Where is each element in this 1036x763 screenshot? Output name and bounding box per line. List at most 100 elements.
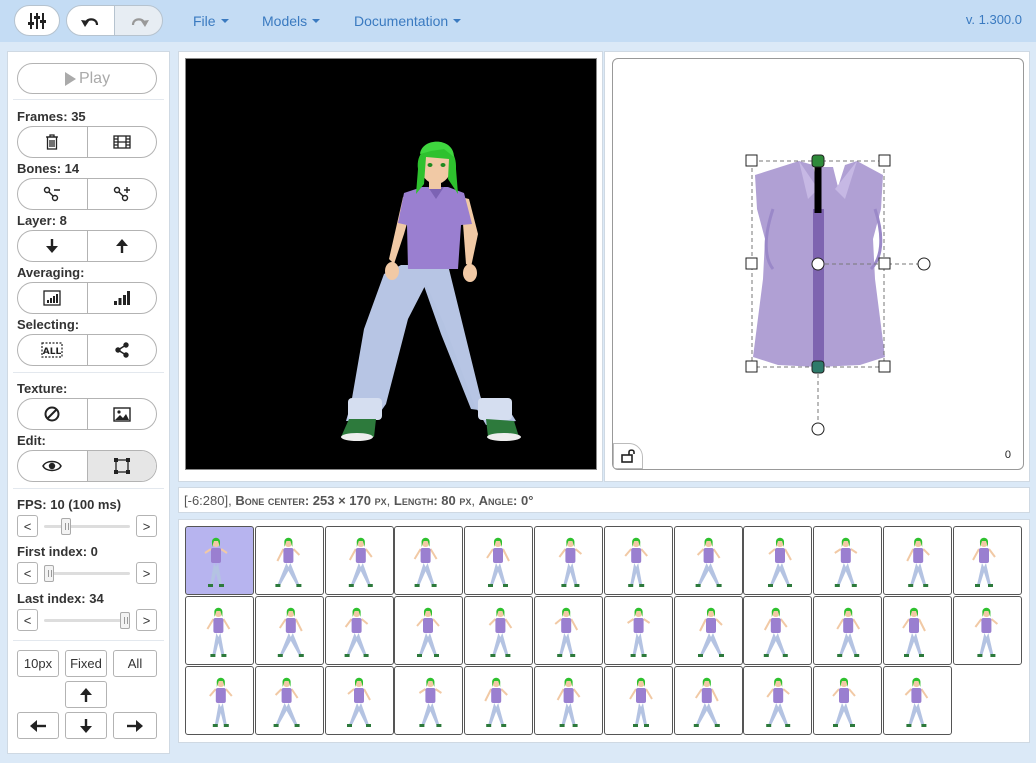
first-index-slider[interactable]: < >: [17, 562, 157, 584]
cursor-coordinates: [-6:280],: [184, 493, 232, 508]
frame-thumbnail[interactable]: [185, 526, 254, 595]
frame-thumbnail[interactable]: [603, 596, 673, 665]
load-texture-button[interactable]: [86, 399, 157, 429]
frame-thumbnail[interactable]: [952, 526, 1022, 595]
frame-thumbnail[interactable]: [324, 666, 394, 735]
undo-button[interactable]: [66, 5, 115, 36]
move-right-button[interactable]: [113, 712, 157, 739]
remove-bone-button[interactable]: [18, 179, 87, 209]
bone-editor-canvas[interactable]: 0: [612, 58, 1024, 470]
average-all-button[interactable]: [86, 283, 157, 313]
last-index-decrease-button[interactable]: <: [17, 609, 38, 631]
frame-figure: [206, 607, 231, 657]
layer-down-button[interactable]: [18, 231, 87, 261]
move-down-button[interactable]: [65, 712, 107, 739]
frame-thumbnail[interactable]: [394, 526, 464, 595]
frame-thumbnail[interactable]: [883, 526, 952, 595]
texture-part: [745, 154, 931, 436]
menu-documentation[interactable]: Documentation: [354, 13, 462, 29]
fps-increase-button[interactable]: >: [136, 515, 157, 537]
play-icon: [64, 71, 76, 86]
selecting-button-group: ALL: [17, 334, 157, 366]
fixed-button[interactable]: Fixed: [65, 650, 107, 677]
frame-thumbnail[interactable]: [394, 666, 464, 735]
move-up-button[interactable]: [65, 681, 107, 708]
frame-thumbnail[interactable]: [813, 666, 883, 735]
transform-mode-button[interactable]: [86, 451, 156, 481]
delete-frame-button[interactable]: [18, 127, 87, 157]
frame-thumbnail[interactable]: [603, 526, 673, 595]
editor-counter: 0: [1004, 449, 1011, 461]
fps-decrease-button[interactable]: <: [17, 515, 38, 537]
frame-thumbnail[interactable]: [464, 666, 534, 735]
frame-thumbnail[interactable]: [743, 526, 813, 595]
first-index-decrease-button[interactable]: <: [17, 562, 38, 584]
select-all-button[interactable]: ALL: [18, 335, 87, 365]
fps-label: FPS: 10 (100 ms): [17, 497, 122, 512]
average-frames-button[interactable]: [18, 283, 87, 313]
frame-figure: [554, 607, 579, 657]
frame-thumbnail[interactable]: [883, 596, 952, 665]
menu-file[interactable]: File: [193, 13, 229, 29]
slider-thumb[interactable]: [44, 565, 54, 582]
frame-thumbnail[interactable]: [464, 596, 534, 665]
frame-thumbnail[interactable]: [534, 596, 603, 665]
last-index-increase-button[interactable]: >: [136, 609, 157, 631]
frame-figure: [277, 607, 304, 657]
remove-texture-button[interactable]: [18, 399, 87, 429]
bounding-box-icon: [113, 458, 130, 474]
menu-models[interactable]: Models: [262, 13, 321, 29]
frame-thumbnail[interactable]: [813, 596, 883, 665]
lock-button[interactable]: [613, 443, 643, 469]
frame-thumbnail[interactable]: [603, 666, 673, 735]
frame-thumbnail[interactable]: [534, 666, 603, 735]
frame-thumbnail[interactable]: [254, 596, 324, 665]
menu-documentation-label: Documentation: [354, 13, 449, 29]
preview-panel: [178, 51, 603, 482]
frame-thumbnail[interactable]: [324, 526, 394, 595]
frame-thumbnail[interactable]: [883, 666, 952, 735]
play-button[interactable]: Play: [17, 63, 157, 94]
slider-thumb[interactable]: [61, 518, 72, 535]
arrow-up-icon: [80, 687, 92, 702]
select-connected-button[interactable]: [86, 335, 157, 365]
last-index-slider[interactable]: < >: [17, 609, 157, 631]
frame-thumbnail[interactable]: [534, 526, 603, 595]
sliders-icon: [28, 12, 46, 29]
frame-thumbnail[interactable]: [813, 526, 883, 595]
settings-button[interactable]: [14, 5, 60, 36]
frame-thumbnail[interactable]: [394, 596, 464, 665]
move-left-button[interactable]: [17, 712, 59, 739]
step-10px-button[interactable]: 10px: [17, 650, 59, 677]
animation-canvas[interactable]: [185, 58, 597, 470]
frame-figure: [204, 537, 228, 587]
slider-thumb[interactable]: [120, 612, 130, 629]
frame-thumbnail[interactable]: [952, 596, 1022, 665]
frame-thumbnail[interactable]: [464, 526, 534, 595]
frame-figure: [486, 537, 511, 587]
frame-thumbnail[interactable]: [673, 596, 743, 665]
frame-thumbnail[interactable]: [673, 526, 743, 595]
layer-up-button[interactable]: [86, 231, 157, 261]
frame-figure: [484, 677, 509, 727]
view-mode-button[interactable]: [18, 451, 87, 481]
frame-thumbnail[interactable]: [324, 596, 394, 665]
frame-thumbnail[interactable]: [254, 666, 324, 735]
add-bone-button[interactable]: [86, 179, 157, 209]
fps-slider[interactable]: < >: [17, 515, 157, 537]
status-bar: [-6:280], Bone center: 253 × 170 px, Len…: [178, 487, 1030, 513]
frame-figure: [697, 607, 724, 657]
frame-thumbnail[interactable]: [743, 596, 813, 665]
frame-figure: [624, 537, 648, 587]
add-frame-button[interactable]: [86, 127, 157, 157]
frame-thumbnail[interactable]: [185, 666, 254, 735]
frame-thumbnail[interactable]: [185, 596, 254, 665]
all-button[interactable]: All: [113, 650, 157, 677]
redo-button[interactable]: [114, 5, 163, 36]
bones-button-group: [17, 178, 157, 210]
first-index-increase-button[interactable]: >: [136, 562, 157, 584]
frame-thumbnail[interactable]: [254, 526, 324, 595]
divider: [13, 640, 164, 641]
frame-thumbnail[interactable]: [743, 666, 813, 735]
frame-thumbnail[interactable]: [673, 666, 743, 735]
